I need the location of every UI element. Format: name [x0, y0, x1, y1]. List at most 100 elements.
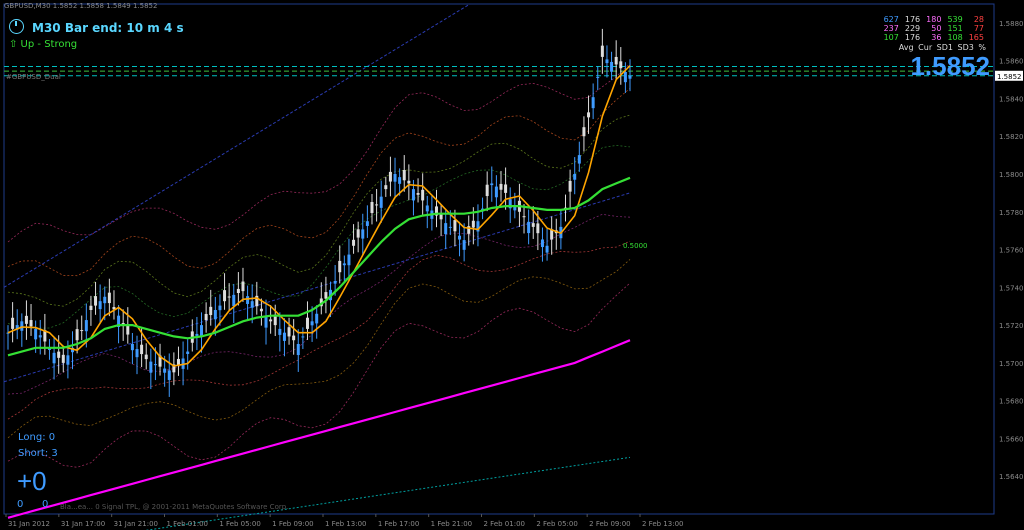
- candle-body: [282, 332, 286, 341]
- candle-body: [34, 328, 38, 340]
- candle-body: [264, 316, 268, 328]
- candle-body: [573, 174, 577, 180]
- channel-line: [3, 192, 631, 383]
- candle-body: [458, 235, 462, 240]
- candle-body: [149, 361, 153, 373]
- candle-body: [462, 240, 466, 250]
- candle-body: [596, 77, 600, 79]
- stats-cell: 627: [883, 15, 899, 24]
- envelope-band: [7, 144, 631, 329]
- y-tick-label: 1.5800: [999, 171, 1024, 179]
- candle-body: [370, 202, 374, 214]
- candle-body: [610, 61, 614, 72]
- candle-body: [153, 364, 157, 366]
- stats-cell: 180: [926, 15, 942, 24]
- candle-body: [361, 229, 365, 239]
- price-chart[interactable]: 1.5880 1.5860 1.5840 1.5820 1.5800 1.5780 1.57…: [0, 0, 1024, 530]
- stats-cell: 151: [947, 24, 963, 33]
- slow-ma-line: [7, 339, 631, 519]
- candle-body: [94, 296, 98, 306]
- stats-cell: 176: [904, 15, 921, 24]
- profit-value: +0: [17, 466, 47, 496]
- level-label: 0.5000: [623, 242, 648, 250]
- candle-body: [315, 313, 319, 324]
- candle-body: [75, 329, 79, 341]
- candle-body: [411, 189, 415, 201]
- envelope-band: [7, 259, 631, 439]
- bar-end-timer: M30 Bar end: 10 m 4 s: [32, 21, 184, 35]
- candle-body: [144, 354, 148, 360]
- y-tick-label: 1.5820: [999, 133, 1024, 141]
- candle-body: [223, 290, 227, 302]
- envelope-band: [7, 88, 631, 277]
- stats-row: 107 176 36 108 165: [881, 33, 987, 42]
- stats-cell: 165: [968, 33, 984, 42]
- y-tick-label: 1.5780: [999, 209, 1024, 217]
- candle-body: [11, 317, 15, 329]
- mid-ma-line: [7, 176, 631, 357]
- current-price: 1.5852: [910, 51, 990, 81]
- y-tick-label: 1.5840: [999, 95, 1024, 103]
- candle-body: [402, 170, 406, 181]
- candle-body: [504, 184, 508, 193]
- x-tick-label: 1 Feb 09:00: [272, 520, 313, 528]
- price-marker-text: 1.5852: [997, 73, 1022, 81]
- stats-cell: 539: [947, 15, 963, 24]
- fast-ma-line: [7, 65, 631, 367]
- candle-body: [485, 184, 489, 197]
- candle-body: [628, 75, 632, 79]
- candle-body: [140, 344, 144, 355]
- short-count: Short: 3: [18, 448, 58, 459]
- candle-body: [540, 239, 544, 248]
- stats-cell: 107: [883, 33, 899, 42]
- candle-body: [600, 45, 604, 57]
- candle-body: [421, 189, 425, 201]
- candle-body: [439, 214, 443, 220]
- x-tick-label: 1 Feb 05:00: [219, 520, 260, 528]
- candle-body: [204, 313, 208, 321]
- candle-body: [292, 335, 296, 341]
- candle-body: [605, 59, 609, 64]
- chart-frame: [3, 3, 995, 515]
- candle-body: [135, 349, 139, 358]
- candle-body: [471, 220, 475, 228]
- candle-body: [98, 301, 102, 310]
- candle-body: [250, 301, 254, 308]
- candle-body: [527, 221, 531, 234]
- stats-cell: 36: [931, 33, 942, 42]
- candle-body: [499, 183, 503, 190]
- candle-body: [89, 305, 93, 310]
- y-tick-label: 1.5760: [999, 247, 1024, 255]
- candle-body: [356, 229, 360, 238]
- candle-body: [545, 245, 549, 253]
- candle-body: [623, 72, 627, 83]
- candle-body: [352, 239, 356, 246]
- candle-body: [375, 204, 379, 206]
- candle-body: [130, 344, 134, 351]
- candle-body: [24, 315, 28, 324]
- candle-body: [241, 281, 245, 292]
- x-tick-label: 2 Feb 09:00: [589, 520, 630, 528]
- y-tick-label: 1.5860: [999, 58, 1024, 66]
- stats-cell: 28: [973, 15, 984, 24]
- candle-body: [195, 333, 199, 336]
- candle-body: [587, 112, 591, 118]
- candle-body: [398, 177, 402, 184]
- candle-body: [278, 328, 282, 335]
- candle-body: [536, 223, 540, 234]
- candle-body: [269, 319, 273, 322]
- candle-body: [347, 254, 351, 266]
- y-tick-label: 1.5880: [999, 20, 1024, 28]
- zero-value-a: 0: [17, 499, 24, 510]
- candle-body: [236, 288, 240, 293]
- stats-cell: 77: [973, 24, 984, 33]
- candle-body: [80, 330, 84, 332]
- candle-body: [614, 56, 618, 65]
- candle-body: [167, 370, 171, 380]
- trend-status: ⇧ Up - Strong: [9, 39, 78, 50]
- candle-body: [338, 260, 342, 273]
- stats-cell: 237: [883, 24, 899, 33]
- envelope-band: [7, 282, 631, 468]
- stats-row: 627 176 180 539 28: [881, 15, 987, 24]
- x-tick-label: 31 Jan 21:00: [114, 520, 158, 528]
